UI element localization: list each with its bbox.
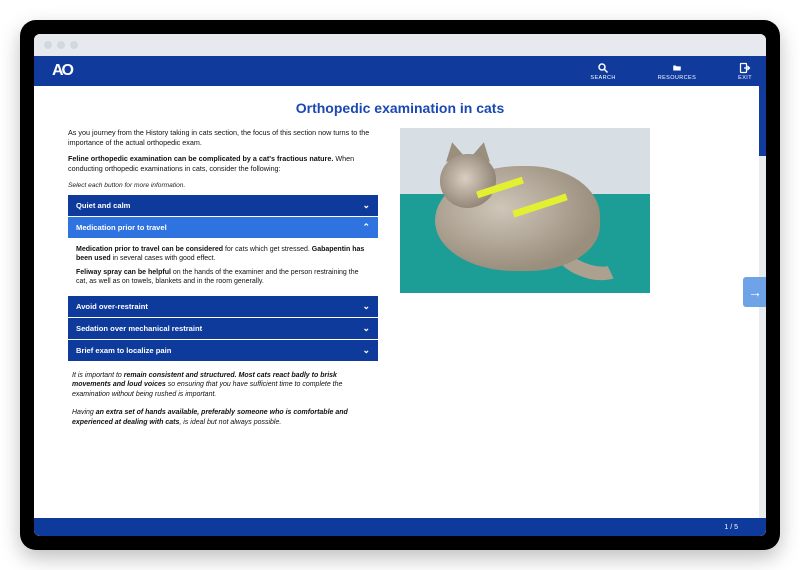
acc-text: in several cases with good effect. — [111, 255, 216, 262]
accordion-item-medication[interactable]: Medication prior to travel ⌃ — [68, 217, 378, 238]
instruction-text: Select each button for more information. — [68, 182, 378, 189]
intro-bold: Feline orthopedic examination can be com… — [68, 154, 333, 163]
device-frame: AO SEARCH RESOURCES — [20, 20, 780, 550]
left-column: As you journey from the History taking i… — [68, 128, 378, 428]
accordion-label: Medication prior to travel — [76, 223, 167, 232]
accordion-item-sedation[interactable]: Sedation over mechanical restraint ⌄ — [68, 318, 378, 339]
exit-icon — [739, 62, 751, 74]
two-column-layout: As you journey from the History taking i… — [68, 128, 732, 428]
acc-text: for cats which get stressed. — [223, 246, 312, 253]
resources-label: RESOURCES — [658, 75, 696, 81]
accordion-item-over-restraint[interactable]: Avoid over-restraint ⌄ — [68, 296, 378, 317]
page: Orthopedic examination in cats As you jo… — [34, 86, 766, 428]
window-dot — [70, 41, 78, 49]
accordion-label: Quiet and calm — [76, 201, 130, 210]
right-column — [400, 128, 732, 428]
logo: AO — [52, 62, 72, 80]
search-button[interactable]: SEARCH — [590, 62, 615, 81]
topbar-actions: SEARCH RESOURCES EXIT — [590, 62, 752, 81]
window-dot — [57, 41, 65, 49]
accordion-label: Avoid over-restraint — [76, 302, 148, 311]
accordion-label: Brief exam to localize pain — [76, 346, 171, 355]
scrollbar-track[interactable] — [759, 86, 766, 536]
topbar: AO SEARCH RESOURCES — [34, 56, 766, 86]
intro-paragraph-1: As you journey from the History taking i… — [68, 128, 378, 147]
note-text: Having — [72, 409, 96, 416]
page-title: Orthopedic examination in cats — [68, 100, 732, 116]
intro-paragraph-2: Feline orthopedic examination can be com… — [68, 154, 378, 173]
exit-label: EXIT — [738, 75, 752, 81]
browser-window: AO SEARCH RESOURCES — [34, 34, 766, 536]
scrollbar-thumb[interactable] — [759, 86, 766, 156]
exit-button[interactable]: EXIT — [738, 62, 752, 81]
chevron-down-icon: ⌄ — [362, 323, 370, 334]
content-area: Orthopedic examination in cats As you jo… — [34, 86, 766, 536]
page-indicator: 1 / 5 — [724, 524, 738, 531]
search-icon — [597, 62, 609, 74]
bottom-bar: 1 / 5 — [34, 518, 766, 536]
accordion-label: Sedation over mechanical restraint — [76, 324, 202, 333]
footnote-1: It is important to remain consistent and… — [72, 371, 374, 400]
resources-button[interactable]: RESOURCES — [658, 62, 696, 81]
note-text: It is important to — [72, 372, 124, 379]
chevron-down-icon: ⌄ — [362, 301, 370, 312]
acc-body-p2: Feliway spray can be helpful on the hand… — [76, 268, 370, 287]
next-page-button[interactable]: → — [743, 277, 766, 307]
window-dot — [44, 41, 52, 49]
footnote-2: Having an extra set of hands available, … — [72, 408, 374, 428]
accordion-item-quiet-calm[interactable]: Quiet and calm ⌄ — [68, 195, 378, 216]
chevron-up-icon: ⌃ — [362, 222, 370, 233]
note-text: , is ideal but not always possible. — [179, 419, 281, 426]
acc-bold: Medication prior to travel can be consid… — [76, 246, 223, 253]
cat-head-shape — [440, 154, 496, 208]
chevron-down-icon: ⌄ — [362, 200, 370, 211]
search-label: SEARCH — [590, 75, 615, 81]
accordion-item-brief-exam[interactable]: Brief exam to localize pain ⌄ — [68, 340, 378, 361]
acc-body-p1: Medication prior to travel can be consid… — [76, 245, 370, 264]
chevron-down-icon: ⌄ — [362, 345, 370, 356]
browser-chrome — [34, 34, 766, 56]
footnotes: It is important to remain consistent and… — [68, 371, 378, 428]
acc-bold: Feliway spray can be helpful — [76, 269, 171, 276]
folder-icon — [671, 62, 683, 74]
arrow-right-icon: → — [748, 284, 762, 300]
accordion-body-medication: Medication prior to travel can be consid… — [68, 239, 378, 295]
cat-photo — [400, 128, 650, 293]
